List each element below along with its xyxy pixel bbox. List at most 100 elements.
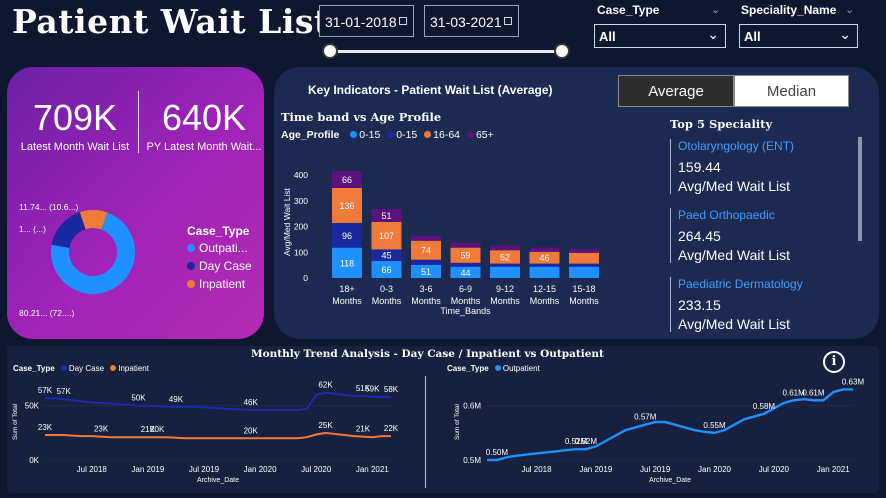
data-label: 20K bbox=[150, 425, 165, 434]
bar-segment[interactable] bbox=[490, 245, 520, 251]
legend-label: 16-64 bbox=[433, 129, 461, 141]
legend-item[interactable]: 0-15 bbox=[383, 129, 417, 141]
bar-segment[interactable] bbox=[490, 263, 520, 267]
case-type-select[interactable]: All ⌄ bbox=[594, 24, 726, 48]
x-tick-label: Months bbox=[530, 296, 560, 306]
top5-value: 264.45 bbox=[678, 228, 721, 244]
slider-handle-end[interactable] bbox=[554, 43, 570, 59]
top5-item[interactable]: Otolaryngology (ENT) 159.44 Avg/Med Wait… bbox=[670, 139, 860, 194]
calendar-icon[interactable] bbox=[399, 17, 407, 25]
bar-segment[interactable] bbox=[529, 263, 560, 267]
bar-value-label: 66 bbox=[342, 175, 352, 185]
legend-title: Case_Type bbox=[447, 364, 489, 373]
chevron-down-icon[interactable]: ⌄ bbox=[711, 3, 720, 16]
bar-value-label: 136 bbox=[339, 201, 354, 211]
bar-value-label: 51 bbox=[421, 267, 431, 277]
bar-segment[interactable] bbox=[569, 248, 599, 253]
chevron-down-icon: ⌄ bbox=[707, 26, 719, 42]
bar-segment[interactable] bbox=[569, 266, 599, 278]
bar-value-label: 45 bbox=[381, 251, 391, 261]
age-legend: Age_Profile 0-15 0-15 16-64 65+ bbox=[281, 129, 494, 141]
case-type-donut[interactable] bbox=[43, 202, 143, 302]
chevron-down-icon[interactable]: ⌄ bbox=[845, 3, 854, 16]
calendar-icon[interactable] bbox=[504, 17, 512, 25]
bar-segment[interactable] bbox=[569, 252, 599, 264]
y-axis-label: Avg/Med Wait List bbox=[282, 187, 292, 256]
bar-segment[interactable] bbox=[411, 235, 441, 241]
bar-segment[interactable] bbox=[411, 259, 441, 265]
kpi-latest-label: Latest Month Wait List bbox=[20, 141, 130, 153]
x-tick-label: 6-9 bbox=[459, 284, 472, 294]
y-tick-label: 200 bbox=[294, 222, 308, 232]
legend-dot bbox=[187, 280, 195, 288]
x-tick-label: Jul 2018 bbox=[521, 465, 552, 474]
x-axis-label: Time_Bands bbox=[440, 306, 491, 316]
top5-item[interactable]: Paed Orthopaedic 264.45 Avg/Med Wait Lis… bbox=[670, 208, 860, 263]
x-axis-label: Archive_Date bbox=[649, 477, 691, 484]
kpi-latest: 709K Latest Month Wait List bbox=[13, 97, 137, 153]
data-label: 0.63M bbox=[842, 377, 865, 386]
bar-value-label: 96 bbox=[342, 231, 352, 241]
x-tick-label: Jan 2019 bbox=[579, 465, 612, 474]
legend-item[interactable]: Day Case bbox=[187, 259, 252, 273]
legend-item[interactable]: Inpatient bbox=[106, 364, 149, 373]
legend-item[interactable]: 16-64 bbox=[420, 129, 460, 141]
donut-label: 11.74... (10.6...) bbox=[19, 202, 79, 212]
x-tick-label: Months bbox=[372, 296, 402, 306]
top5-item[interactable]: Paediatric Dermatology 233.15 Avg/Med Wa… bbox=[670, 277, 860, 332]
bar-value-label: 59 bbox=[460, 251, 470, 261]
kpi-latest-value: 709K bbox=[32, 97, 118, 138]
legend-item[interactable]: 65+ bbox=[463, 129, 494, 141]
data-label: 58K bbox=[384, 385, 399, 394]
donut-slice[interactable] bbox=[51, 212, 86, 248]
series-line[interactable] bbox=[487, 388, 853, 462]
x-tick-label: Months bbox=[332, 296, 362, 306]
stacked-bar-chart[interactable]: Avg/Med Wait List 0 100 200 300 400 118 96 136 66… bbox=[274, 162, 614, 337]
y-tick-label: 400 bbox=[294, 170, 308, 180]
x-tick-label: Jan 2019 bbox=[131, 465, 164, 474]
top5-speciality: Top 5 Speciality Otolaryngology (ENT) 15… bbox=[670, 117, 860, 346]
day-case-inpatient-line-chart[interactable]: Sum of Total 0K 50K Jul 2018 Jan 2019 Jul 201… bbox=[7, 374, 419, 492]
x-tick-label: Jan 2020 bbox=[244, 465, 277, 474]
bar-segment[interactable] bbox=[490, 266, 520, 278]
trend-right-legend: Case_Type Outpatient bbox=[447, 364, 540, 373]
legend-item[interactable]: Outpatient bbox=[491, 364, 540, 373]
slider-handle-start[interactable] bbox=[322, 43, 338, 59]
y-tick-label: 300 bbox=[294, 196, 308, 206]
y-tick-label: 0 bbox=[303, 273, 308, 283]
bar-value-label: 52 bbox=[500, 252, 510, 262]
page-title: Patient Wait List bbox=[12, 2, 330, 41]
legend-item[interactable]: Outpati... bbox=[187, 241, 252, 255]
legend-label: Inpatient bbox=[118, 364, 149, 373]
bar-segment[interactable] bbox=[529, 247, 560, 252]
top5-name: Paed Orthopaedic bbox=[678, 208, 775, 222]
trend-left-legend: Case_Type Day Case Inpatient bbox=[13, 364, 149, 373]
speciality-select[interactable]: All ⌄ bbox=[739, 24, 858, 48]
date-range-slider[interactable] bbox=[330, 50, 562, 53]
data-label: 0.50M bbox=[486, 448, 509, 457]
legend-item[interactable]: Inpatient bbox=[187, 277, 252, 291]
average-toggle[interactable]: Average bbox=[618, 75, 734, 107]
bar-segment[interactable] bbox=[529, 266, 560, 278]
legend-dot bbox=[60, 365, 67, 371]
bar-value-label: 46 bbox=[539, 253, 549, 263]
bar-value-label: 118 bbox=[340, 258, 354, 268]
legend-label: Outpati... bbox=[199, 241, 248, 255]
x-tick-label: 15-18 bbox=[572, 284, 595, 294]
legend-item[interactable]: 0-15 bbox=[346, 129, 380, 141]
bar-segment[interactable] bbox=[450, 242, 481, 248]
date-to-input[interactable]: 31-03-2021 bbox=[424, 5, 519, 37]
top5-scrollbar[interactable] bbox=[858, 137, 862, 241]
bar-segment[interactable] bbox=[569, 263, 599, 267]
legend-item[interactable]: Day Case bbox=[57, 364, 104, 373]
y-axis-label: Sum of Total bbox=[12, 403, 19, 440]
outpatient-line-chart[interactable]: Sum of Total 0.5M 0.6M Jul 2018 Jan 2019 Jul … bbox=[435, 374, 875, 492]
legend-label: Outpatient bbox=[502, 364, 540, 373]
date-from-input[interactable]: 31-01-2018 bbox=[319, 5, 414, 37]
series-line[interactable] bbox=[45, 391, 391, 412]
info-icon[interactable]: i bbox=[823, 351, 845, 373]
median-toggle[interactable]: Median bbox=[734, 75, 849, 107]
bar-segment[interactable] bbox=[450, 262, 481, 267]
chart-divider bbox=[425, 376, 426, 488]
top5-value: 233.15 bbox=[678, 297, 721, 313]
